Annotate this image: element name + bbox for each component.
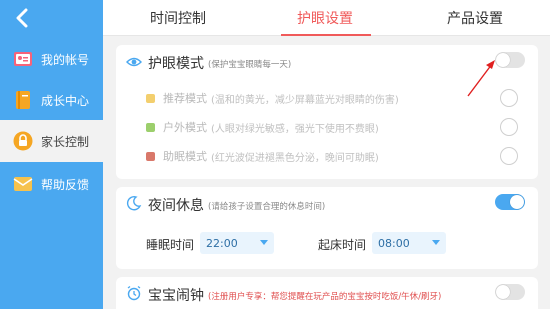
sleep-time-label: 睡眠时间 xyxy=(146,238,195,252)
wake-time-value: 08:00 xyxy=(378,236,410,250)
tab-product-settings[interactable]: 产品设置 xyxy=(405,0,545,36)
tab-label: 护眼设置 xyxy=(297,11,353,27)
eye-protection-title: 护眼模式 xyxy=(148,56,204,72)
baby-alarm-toggle[interactable] xyxy=(495,284,525,300)
mode-desc: (红光波促进褪黑色分泌，晚间可助眠) xyxy=(211,152,379,164)
sleep-time-value: 22:00 xyxy=(206,236,238,250)
active-tab-indicator xyxy=(281,34,371,36)
top-tabs: 时间控制 护眼设置 产品设置 xyxy=(103,0,550,36)
mode-label: 助眠模式 xyxy=(163,150,207,163)
red-swatch-icon xyxy=(146,151,155,161)
night-rest-toggle[interactable] xyxy=(495,194,525,210)
caret-down-icon xyxy=(432,240,440,245)
tab-time-control[interactable]: 时间控制 xyxy=(108,0,248,36)
lock-icon xyxy=(13,131,33,151)
night-rest-note: (请给孩子设置合理的休息时间) xyxy=(208,202,326,212)
tab-label: 产品设置 xyxy=(447,11,503,27)
caret-down-icon xyxy=(260,240,268,245)
mode-radio-recommended[interactable] xyxy=(500,89,518,107)
green-swatch-icon xyxy=(146,122,155,132)
wake-time-select[interactable]: 08:00 xyxy=(372,232,446,254)
sidebar-item-parental-control[interactable]: 家长控制 xyxy=(0,120,103,162)
annotation-arrow-icon xyxy=(467,60,495,97)
eye-icon xyxy=(126,54,142,73)
mode-desc: (温和的黄光，减少屏幕蓝光对眼睛的伤害) xyxy=(211,94,399,106)
tab-label: 时间控制 xyxy=(150,11,206,27)
mode-option-outdoor: 户外模式 (人眼对绿光敏感，强光下使用不费眼) xyxy=(146,118,379,136)
back-button[interactable] xyxy=(10,6,34,30)
sidebar-item-account[interactable]: 我的帐号 xyxy=(0,38,103,80)
baby-alarm-note: (注册用户专享：帮您提醒在玩产品的宝宝按时吃饭/午休/刷牙) xyxy=(208,292,442,302)
night-rest-title: 夜间休息 xyxy=(148,198,204,214)
sidebar-item-label: 成长中心 xyxy=(41,93,90,108)
sidebar: 我的帐号 成长中心 家长控制 帮助反馈 xyxy=(0,0,103,309)
night-rest-card: 夜间休息 (请给孩子设置合理的休息时间) 睡眠时间 22:00 起床时间 08:… xyxy=(116,187,538,269)
mode-radio-sleep[interactable] xyxy=(500,147,518,165)
baby-alarm-card: 宝宝闹钟 (注册用户专享：帮您提醒在玩产品的宝宝按时吃饭/午休/刷牙) xyxy=(116,277,538,309)
sidebar-item-label: 帮助反馈 xyxy=(41,177,90,192)
sidebar-item-label: 家长控制 xyxy=(41,134,90,149)
sidebar-item-help[interactable]: 帮助反馈 xyxy=(0,163,103,205)
envelope-icon xyxy=(13,174,33,194)
toggle-knob xyxy=(510,195,524,209)
book-icon xyxy=(13,90,33,110)
back-chevron-icon xyxy=(16,8,28,28)
mode-label: 户外模式 xyxy=(163,121,207,134)
alarm-clock-icon xyxy=(126,285,142,305)
mode-label: 推荐模式 xyxy=(163,92,207,105)
moon-icon xyxy=(126,195,142,215)
sidebar-item-label: 我的帐号 xyxy=(41,52,90,67)
id-card-icon xyxy=(13,49,33,69)
sidebar-item-growth[interactable]: 成长中心 xyxy=(0,79,103,121)
baby-alarm-title: 宝宝闹钟 xyxy=(148,288,204,304)
mode-radio-outdoor[interactable] xyxy=(500,118,518,136)
wake-time-label: 起床时间 xyxy=(318,238,367,252)
mode-desc: (人眼对绿光敏感，强光下使用不费眼) xyxy=(211,123,379,135)
tab-eye-protection[interactable]: 护眼设置 xyxy=(255,0,395,36)
mode-option-recommended: 推荐模式 (温和的黄光，减少屏幕蓝光对眼睛的伤害) xyxy=(146,89,399,107)
toggle-knob xyxy=(496,285,510,299)
yellow-swatch-icon xyxy=(146,93,155,103)
eye-protection-note: (保护宝宝眼睛每一天) xyxy=(208,60,292,70)
mode-option-sleep: 助眠模式 (红光波促进褪黑色分泌，晚间可助眠) xyxy=(146,147,379,165)
sleep-time-select[interactable]: 22:00 xyxy=(200,232,274,254)
